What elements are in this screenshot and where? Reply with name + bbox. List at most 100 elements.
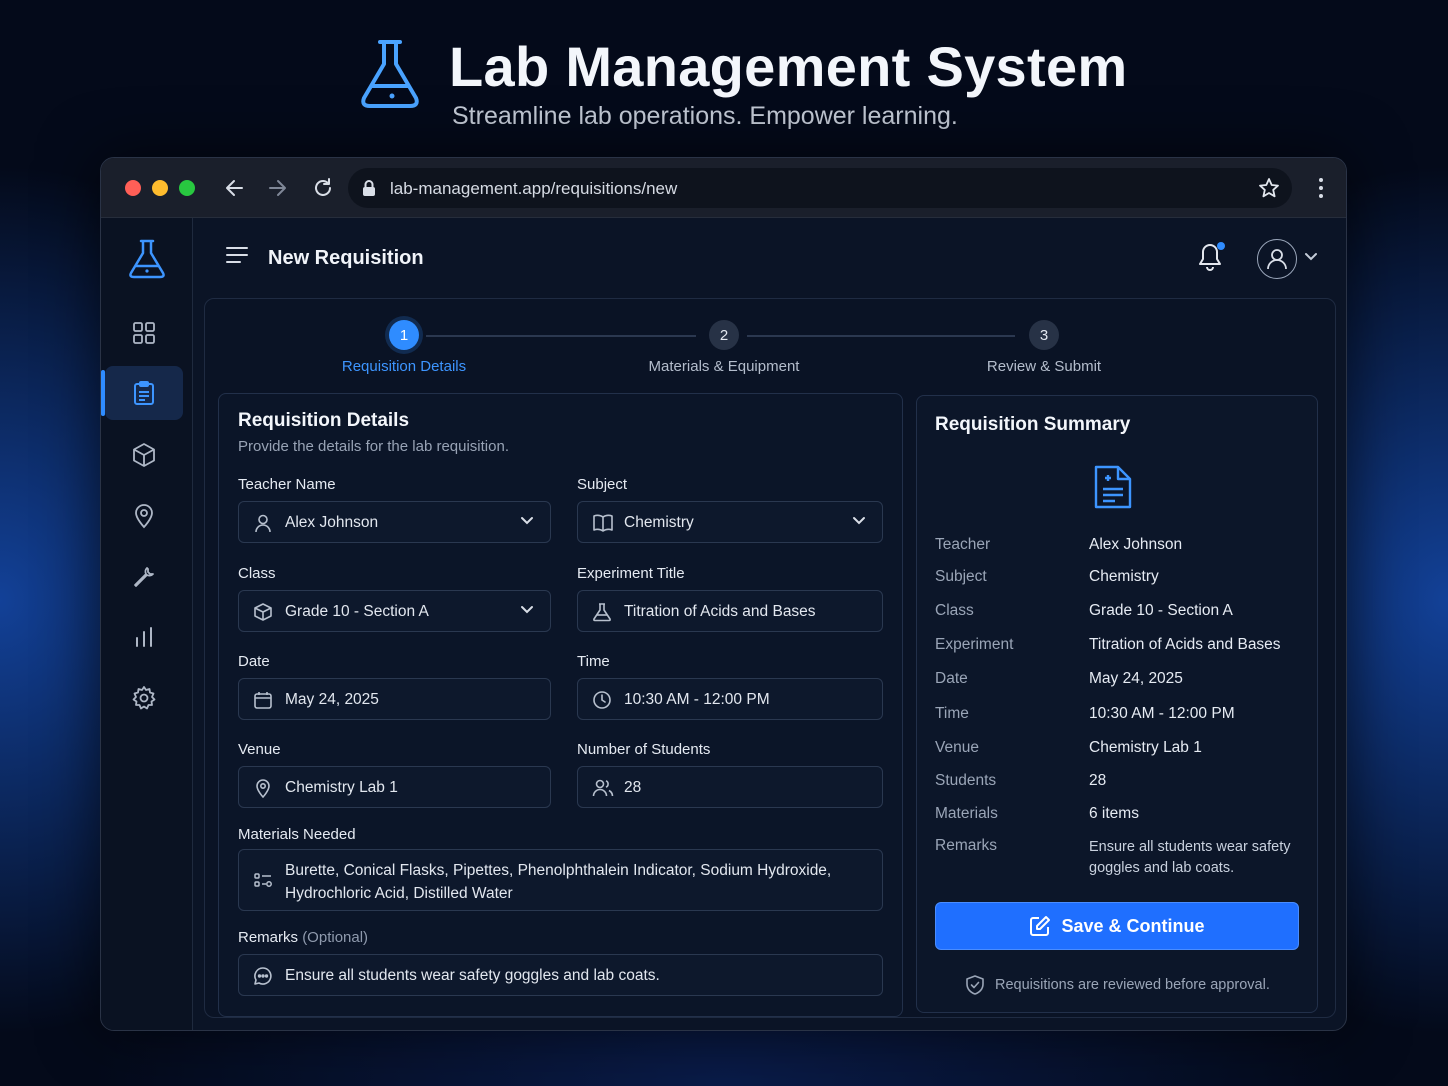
venue-input[interactable]: Chemistry Lab 1 — [238, 766, 551, 808]
user-icon — [1267, 249, 1287, 270]
materials-needed-textarea[interactable]: Burette, Conical Flasks, Pipettes, Pheno… — [238, 849, 883, 911]
page-title: New Requisition — [268, 247, 424, 269]
summary-key: Remarks — [935, 837, 998, 854]
summary-value: Alex Johnson — [1089, 536, 1183, 553]
lock-icon — [363, 180, 375, 196]
materials-needed-value: Burette, Conical Flasks, Pipettes, Pheno… — [285, 862, 832, 902]
number-of-students-value: 28 — [624, 779, 642, 796]
remarks-label: Remarks (Optional) — [238, 929, 368, 946]
summary-value: Grade 10 - Section A — [1089, 602, 1233, 619]
step-2-indicator[interactable]: 2 — [709, 320, 739, 350]
requisition-summary-card: Requisition Summary Teacher Alex Johnson… — [916, 395, 1318, 1013]
step-1-label[interactable]: Requisition Details — [342, 358, 466, 375]
close-window-button[interactable] — [125, 180, 141, 196]
remarks-optional-tag: (Optional) — [302, 929, 369, 946]
bar-chart-icon — [136, 627, 152, 647]
number-of-students-input[interactable]: 28 — [577, 766, 883, 808]
summary-key: Experiment — [935, 636, 1014, 653]
subject-label: Subject — [577, 476, 628, 493]
cube-icon — [133, 443, 155, 467]
sidebar-item-requisitions[interactable] — [101, 366, 183, 420]
time-label: Time — [577, 653, 610, 670]
maximize-window-button[interactable] — [179, 180, 195, 196]
date-value: May 24, 2025 — [285, 691, 379, 708]
step-connector — [426, 335, 696, 337]
approval-note: Requisitions are reviewed before approva… — [965, 974, 1270, 996]
summary-key: Date — [935, 670, 968, 687]
teacher-name-label: Teacher Name — [238, 476, 336, 493]
requisition-form-card: Requisition Details Provide the details … — [218, 393, 903, 1017]
summary-value: May 24, 2025 — [1089, 670, 1183, 687]
hero-header: Lab Management System Streamline lab ope… — [0, 34, 1448, 144]
map-pin-icon — [256, 779, 270, 798]
summary-value: Ensure all students wear safety goggles … — [1089, 839, 1291, 876]
list-icon — [254, 873, 272, 887]
sidebar-item-locations[interactable] — [105, 489, 183, 543]
subject-value: Chemistry — [624, 514, 694, 531]
class-select[interactable]: Grade 10 - Section A — [238, 590, 551, 632]
summary-key: Venue — [935, 739, 979, 756]
sidebar-item-dashboard[interactable] — [105, 306, 183, 360]
sidebar-item-settings[interactable] — [105, 671, 183, 725]
chat-bubble-icon — [254, 967, 272, 985]
back-button[interactable] — [221, 174, 249, 202]
time-picker[interactable]: 10:30 AM - 12:00 PM — [577, 678, 883, 720]
clipboard-icon — [134, 381, 154, 405]
shield-check-icon — [966, 975, 984, 995]
app-logo-flask-icon — [129, 239, 165, 279]
user-avatar[interactable] — [1257, 239, 1297, 279]
sidebar-item-inventory[interactable] — [105, 428, 183, 482]
bookmark-star-icon[interactable] — [1258, 177, 1280, 199]
class-value: Grade 10 - Section A — [285, 603, 429, 620]
save-and-continue-button[interactable]: Save & Continue — [935, 902, 1299, 950]
book-icon — [593, 514, 613, 532]
hero-title: Lab Management System — [449, 35, 1128, 98]
summary-key: Students — [935, 772, 997, 789]
step-3-label[interactable]: Review & Submit — [987, 358, 1101, 375]
cube-icon — [254, 603, 272, 621]
summary-value: 10:30 AM - 12:00 PM — [1089, 705, 1235, 722]
experiment-title-input[interactable]: Titration of Acids and Bases — [577, 590, 883, 632]
step-2-label[interactable]: Materials & Equipment — [649, 358, 800, 375]
hamburger-menu-icon[interactable] — [225, 245, 249, 265]
notification-badge — [1217, 242, 1225, 250]
experiment-title-label: Experiment Title — [577, 565, 685, 582]
teacher-name-select[interactable]: Alex Johnson — [238, 501, 551, 543]
summary-key: Subject — [935, 568, 987, 585]
dashboard-grid-icon — [133, 322, 155, 344]
date-picker[interactable]: May 24, 2025 — [238, 678, 551, 720]
chevron-down-icon — [521, 606, 533, 614]
more-menu-icon[interactable] — [1309, 176, 1333, 200]
date-label: Date — [238, 653, 270, 670]
reload-icon — [315, 178, 331, 196]
number-of-students-label: Number of Students — [577, 741, 711, 758]
step-3-indicator[interactable]: 3 — [1029, 320, 1059, 350]
sidebar — [101, 218, 193, 1030]
minimize-window-button[interactable] — [152, 180, 168, 196]
subject-select[interactable]: Chemistry — [577, 501, 883, 543]
summary-value: Titration of Acids and Bases — [1089, 636, 1281, 653]
wrench-icon — [134, 567, 154, 587]
time-value: 10:30 AM - 12:00 PM — [624, 691, 770, 708]
document-icon — [1094, 465, 1132, 509]
remarks-input[interactable]: Ensure all students wear safety goggles … — [238, 954, 883, 996]
sidebar-item-reports[interactable] — [105, 610, 183, 664]
sidebar-item-maintenance[interactable] — [105, 550, 183, 604]
form-title: Requisition Details — [238, 410, 410, 431]
summary-key: Class — [935, 602, 974, 619]
summary-value: Chemistry Lab 1 — [1089, 739, 1202, 756]
arrow-right-icon — [269, 180, 286, 196]
forward-button[interactable] — [263, 174, 291, 202]
approval-note-text: Requisitions are reviewed before approva… — [995, 977, 1270, 993]
class-label: Class — [238, 565, 276, 582]
users-icon — [592, 779, 614, 797]
materials-needed-label: Materials Needed — [238, 826, 356, 843]
reload-button[interactable] — [309, 174, 337, 202]
address-bar[interactable]: lab-management.app/requisitions/new — [348, 168, 1292, 208]
summary-title: Requisition Summary — [935, 414, 1131, 435]
summary-value: Chemistry — [1089, 568, 1159, 585]
step-1-indicator[interactable]: 1 — [389, 320, 419, 350]
remarks-value: Ensure all students wear safety goggles … — [285, 967, 660, 984]
flask-icon — [361, 40, 419, 108]
chevron-down-icon[interactable] — [1304, 252, 1318, 262]
